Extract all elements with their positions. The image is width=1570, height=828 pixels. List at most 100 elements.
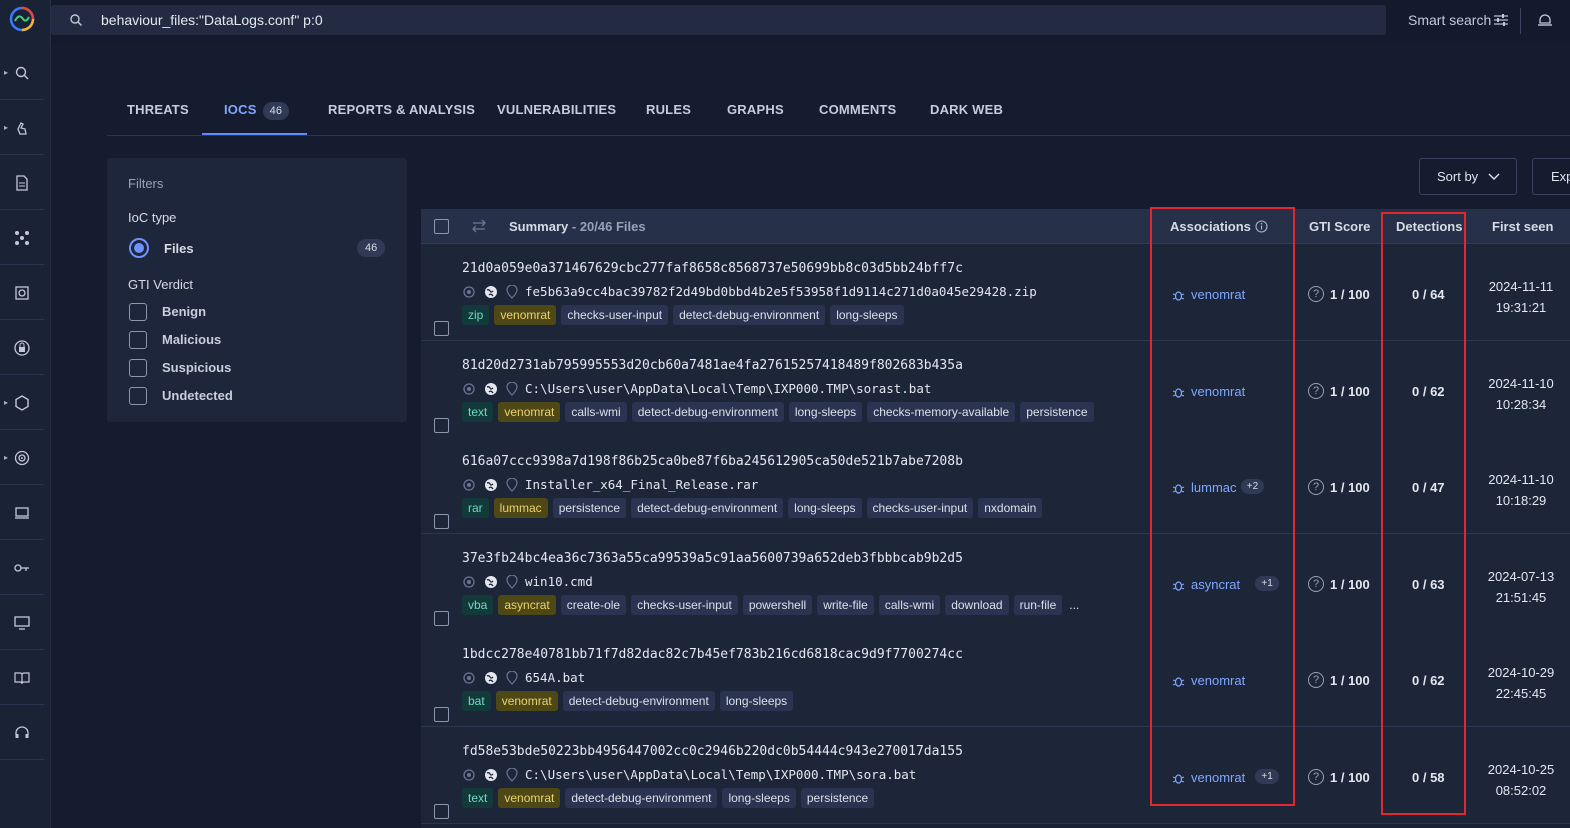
row-checkbox[interactable] [434,321,449,336]
file-name[interactable]: win10.cmd [525,574,593,589]
smart-search-button[interactable]: Smart search [1408,12,1491,28]
files-radio-label[interactable]: Files [164,241,194,256]
detections-header[interactable]: Detections [1396,219,1462,234]
behavior-tag[interactable]: write-file [817,594,874,615]
filetype-tag[interactable]: text [462,787,494,808]
file-hash[interactable]: 1bdcc278e40781bb71f7d82dac82c7b45ef783b2… [462,647,963,662]
file-hash[interactable]: fd58e53bde50223bb4956447002cc0c2946b220d… [462,744,963,759]
app-logo-icon[interactable] [8,5,36,33]
question-icon[interactable]: ? [1308,382,1324,399]
first-seen-header[interactable]: First seen [1492,219,1553,234]
info-icon[interactable] [1255,220,1268,233]
row-checkbox[interactable] [434,803,449,819]
checkbox[interactable] [129,303,147,321]
association-name[interactable]: venomrat [1191,673,1245,688]
file-name[interactable]: fe5b63a9cc4bac39782f2d49bd0bbd4b2e5f5395… [525,284,1037,299]
table-row[interactable]: 616a07ccc9398a7d198f86b25ca0be87f6ba2456… [421,437,1570,534]
tab-iocs[interactable]: IOCS 46 [224,102,290,120]
sort-by-button[interactable]: Sort by [1419,158,1517,195]
checkbox[interactable] [129,387,147,405]
family-tag[interactable]: venomrat [498,787,561,808]
association-name[interactable]: venomrat [1191,770,1245,785]
filetype-tag[interactable]: zip [462,305,490,325]
association-name[interactable]: venomrat [1191,287,1245,302]
table-row[interactable]: fd58e53bde50223bb4956447002cc0c2946b220d… [421,726,1570,824]
filetype-tag[interactable]: text [462,401,494,422]
swap-arrows-icon[interactable] [471,219,487,233]
nav-lock[interactable] [0,321,44,375]
behavior-tag[interactable]: detect-debug-environment [565,787,718,808]
behavior-tag[interactable]: long-sleeps [719,691,794,711]
tab-dark-web[interactable]: DARK WEB [930,102,1003,117]
family-tag[interactable]: lummac [493,498,548,518]
association-count-badge[interactable]: +2 [1240,479,1265,494]
behavior-tag[interactable]: detect-debug-environment [562,691,715,711]
filetype-tag[interactable]: vba [462,594,494,615]
nav-support[interactable] [0,706,44,760]
file-name[interactable]: 654A.bat [525,670,585,685]
checkbox[interactable] [129,359,147,377]
behavior-tag[interactable]: long-sleeps [788,401,863,422]
file-hash[interactable]: 81d20d2731ab795995553d20cb60a7481ae4fa27… [462,358,963,373]
behavior-tag[interactable]: powershell [742,594,813,615]
nav-intel[interactable]: ▸ [0,101,44,155]
family-tag[interactable]: venomrat [498,401,561,422]
checkbox[interactable] [129,331,147,349]
alarm-bell-icon[interactable] [1537,12,1553,28]
filetype-tag[interactable]: rar [462,498,489,518]
file-hash[interactable]: 21d0a059e0a371467629cbc277faf8658c856873… [462,261,963,276]
search-query[interactable]: behaviour_files:"DataLogs.conf" p:0 [101,12,323,28]
behavior-tag[interactable]: detect-debug-environment [673,305,826,325]
behavior-tag[interactable]: calls-wmi [565,401,627,422]
gti-score-header[interactable]: GTI Score [1309,219,1370,234]
question-icon[interactable]: ? [1308,672,1324,688]
family-tag[interactable]: asyncrat [498,594,556,615]
table-row[interactable]: 1bdcc278e40781bb71f7d82dac82c7b45ef783b2… [421,630,1570,727]
association-name[interactable]: asyncrat [1191,577,1240,592]
table-row[interactable]: 21d0a059e0a371467629cbc277faf8658c856873… [421,244,1570,341]
behavior-tag[interactable]: persistence [800,787,875,808]
nav-scan[interactable] [0,266,44,320]
row-checkbox[interactable] [434,707,449,722]
export-button[interactable]: Exp [1532,158,1570,195]
behavior-tag[interactable]: detect-debug-environment [631,401,784,422]
nav-hexagon[interactable]: ▸ [0,376,44,430]
association-name[interactable]: venomrat [1191,384,1245,399]
behavior-tag[interactable]: calls-wmi [878,594,941,615]
behavior-tag[interactable]: detect-debug-environment [631,498,784,518]
tab-vulnerabilities[interactable]: VULNERABILITIES [497,102,616,117]
row-checkbox[interactable] [434,514,449,529]
behavior-tag[interactable]: checks-user-input [866,498,974,518]
file-hash[interactable]: 37e3fb24bc4ea36c7363a55ca99539a5c91aa560… [462,551,963,566]
tab-threats[interactable]: THREATS [127,102,189,117]
behavior-tag[interactable]: create-ole [560,594,627,615]
question-icon[interactable]: ? [1308,479,1324,495]
nav-radar[interactable]: ▸ [0,431,44,485]
question-icon[interactable]: ? [1308,575,1324,592]
nav-key[interactable] [0,541,44,595]
association-count-badge[interactable]: +1 [1255,768,1279,784]
behavior-tag[interactable]: run-file [1013,594,1063,615]
file-name[interactable]: C:\Users\user\AppData\Local\Temp\IXP000.… [525,381,931,396]
behavior-tag[interactable]: checks-user-input [561,305,669,325]
question-icon[interactable]: ? [1308,286,1324,302]
behavior-tag[interactable]: download [945,594,1009,615]
association-name[interactable]: lummac [1191,480,1237,495]
tab-graphs[interactable]: GRAPHS [727,102,784,117]
nav-monitor[interactable] [0,486,44,540]
sliders-icon[interactable] [1493,12,1509,28]
nav-desktop[interactable] [0,596,44,650]
tab-comments[interactable]: COMMENTS [819,102,896,117]
table-row[interactable]: 37e3fb24bc4ea36c7363a55ca99539a5c91aa560… [421,533,1570,631]
row-checkbox[interactable] [434,610,449,626]
files-radio[interactable] [129,238,149,258]
search-input[interactable]: behaviour_files:"DataLogs.conf" p:0 [51,5,1386,35]
tab-rules[interactable]: RULES [646,102,691,117]
associations-header[interactable]: Associations [1170,219,1268,234]
behavior-tag[interactable]: long-sleeps [722,787,796,808]
nav-book[interactable] [0,651,44,705]
behavior-tag[interactable]: nxdomain [978,498,1043,518]
behavior-tag[interactable]: long-sleeps [830,305,904,325]
select-all-checkbox[interactable] [434,219,449,234]
tab-reports-analysis[interactable]: REPORTS & ANALYSIS [328,102,475,117]
